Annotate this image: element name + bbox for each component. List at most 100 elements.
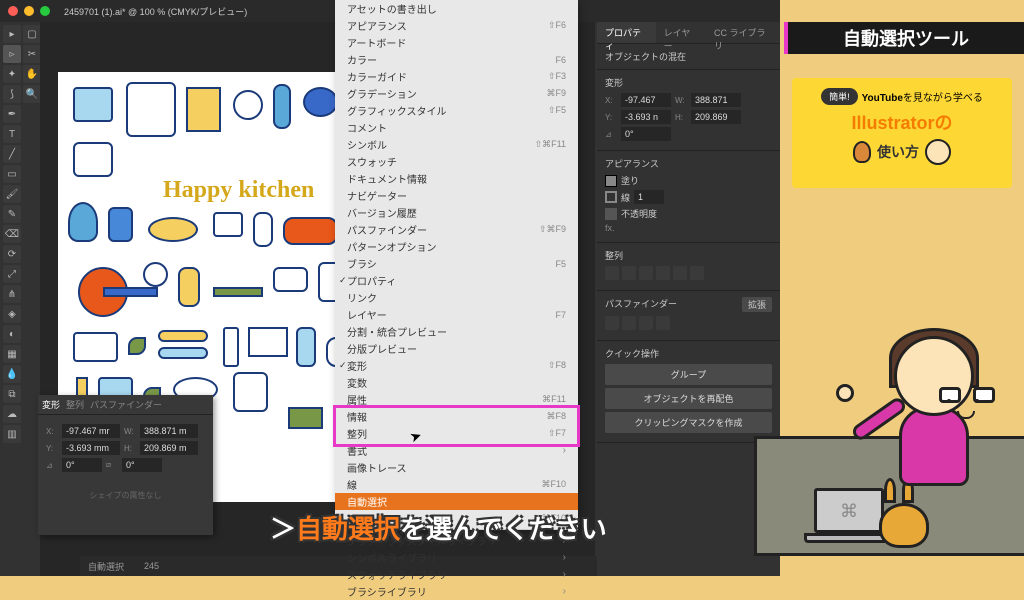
close-icon[interactable] — [8, 6, 18, 16]
align-bottom-icon[interactable] — [690, 266, 704, 280]
tab-properties[interactable]: プロパティ — [597, 22, 656, 43]
clip-mask-button[interactable]: クリッピングマスクを作成 — [605, 412, 772, 433]
menu-item[interactable]: 整列⇧F7 — [335, 425, 578, 442]
type-tool[interactable]: T — [3, 125, 21, 143]
menu-item[interactable]: シンボルライブラリ — [335, 549, 578, 566]
group-button[interactable]: グループ — [605, 364, 772, 385]
rectangle-tool[interactable]: ▭ — [3, 165, 21, 183]
prop-x[interactable]: -97.467 — [621, 93, 671, 107]
menu-item[interactable]: 変数 — [335, 374, 578, 391]
rotate-tool[interactable]: ⟳ — [3, 245, 21, 263]
appearance-title: アピアランス — [605, 157, 772, 170]
menu-item[interactable]: 線⌘F10 — [335, 476, 578, 493]
menu-item[interactable]: カラーガイド⇧F3 — [335, 68, 578, 85]
prop-h[interactable]: 209.869 — [691, 110, 741, 124]
symbol-tool[interactable]: ☁ — [3, 405, 21, 423]
document-title: 2459701 (1).ai* @ 100 % (CMYK/プレビュー) — [64, 5, 247, 18]
menu-item[interactable]: アートボード — [335, 34, 578, 51]
prop-w[interactable]: 388.871 — [691, 93, 741, 107]
tab-cclib[interactable]: CC ライブラリ — [706, 22, 780, 43]
free-transform-tool[interactable]: ◈ — [3, 305, 21, 323]
menu-item[interactable]: リンク — [335, 289, 578, 306]
shape-builder-tool[interactable]: ◐ — [3, 325, 21, 343]
artboard-tool[interactable]: ▢ — [23, 25, 41, 43]
menu-item[interactable]: スウォッチライブラリ — [335, 566, 578, 583]
menu-item[interactable]: 情報⌘F8 — [335, 408, 578, 425]
menu-item[interactable]: レイヤーF7 — [335, 306, 578, 323]
hand-tool[interactable]: ✋ — [23, 65, 41, 83]
transform-panel[interactable]: 変形 整列 パスファインダー X:-97.467 mr W:388.871 m … — [38, 395, 213, 535]
lasso-tool[interactable]: ⟆ — [3, 85, 21, 103]
zoom-tool[interactable]: 🔍 — [23, 85, 41, 103]
quick-actions-title: クイック操作 — [605, 347, 772, 360]
menu-item[interactable]: ブラシライブラリ — [335, 583, 578, 600]
status-coord: 245 — [144, 561, 159, 571]
prop-y[interactable]: -3.693 n — [621, 110, 671, 124]
menu-item[interactable]: ナビゲーター — [335, 187, 578, 204]
align-left-icon[interactable] — [605, 266, 619, 280]
menu-item[interactable]: 自動選択 — [335, 493, 578, 510]
pathfinder-minus-icon[interactable] — [622, 316, 636, 330]
menu-item[interactable]: パスファインダー⇧⌘F9 — [335, 221, 578, 238]
float-tab-transform[interactable]: 変形 — [42, 398, 60, 411]
eraser-tool[interactable]: ⌫ — [3, 225, 21, 243]
promo-sub: 使い方 — [877, 142, 919, 162]
pathfinder-intersect-icon[interactable] — [639, 316, 653, 330]
scale-tool[interactable]: ⤢ — [3, 265, 21, 283]
menu-item[interactable]: 画像トレース — [335, 459, 578, 476]
graph-tool[interactable]: ▥ — [3, 425, 21, 443]
slice-tool[interactable]: ✂ — [23, 45, 41, 63]
prop-angle[interactable]: 0° — [621, 127, 671, 141]
recolor-button[interactable]: オブジェクトを再配色 — [605, 388, 772, 409]
brush-tool[interactable]: 🖌 — [3, 185, 21, 203]
menu-item[interactable]: シンボル⇧⌘F11 — [335, 136, 578, 153]
menu-item[interactable]: アピアランス⇧F6 — [335, 17, 578, 34]
menu-item[interactable]: バージョン履歴 — [335, 204, 578, 221]
align-center-h-icon[interactable] — [622, 266, 636, 280]
fill-swatch[interactable] — [605, 175, 617, 187]
menu-item[interactable]: 変形⇧F8 — [335, 357, 578, 374]
window-menu[interactable]: アセットの書き出しアピアランス⇧F6アートボードカラーF6カラーガイド⇧F3グラ… — [335, 0, 578, 530]
menu-item[interactable]: プロパティ — [335, 272, 578, 289]
menu-item[interactable]: グラフィックスタイル⇧F5 — [335, 102, 578, 119]
menu-item[interactable]: コメント — [335, 119, 578, 136]
menu-item[interactable]: 分割・統合プレビュー — [335, 323, 578, 340]
illustrator-app: 2459701 (1).ai* @ 100 % (CMYK/プレビュー) ▸ ▹… — [0, 0, 780, 576]
menu-item[interactable]: ブラシF5 — [335, 255, 578, 272]
eyedropper-tool[interactable]: 💧 — [3, 365, 21, 383]
align-title: 整列 — [605, 249, 772, 262]
blend-tool[interactable]: ⧉ — [3, 385, 21, 403]
align-center-v-icon[interactable] — [673, 266, 687, 280]
pathfinder-exclude-icon[interactable] — [656, 316, 670, 330]
menu-item[interactable]: グラデーション⌘F9 — [335, 85, 578, 102]
menu-item[interactable]: スウォッチ — [335, 153, 578, 170]
pen-tool[interactable]: ✒ — [3, 105, 21, 123]
mascot-icon — [853, 141, 871, 163]
artwork-title: Happy kitchen — [163, 177, 314, 204]
expand-button[interactable]: 拡張 — [742, 297, 772, 312]
menu-item[interactable]: 書式 — [335, 442, 578, 459]
stroke-swatch[interactable] — [605, 191, 617, 203]
pencil-tool[interactable]: ✎ — [3, 205, 21, 223]
minimize-icon[interactable] — [24, 6, 34, 16]
menu-item[interactable]: アセットの書き出し — [335, 0, 578, 17]
selection-tool[interactable]: ▸ — [3, 25, 21, 43]
float-tab-pathfinder[interactable]: パスファインダー — [90, 398, 162, 411]
tab-layers[interactable]: レイヤー — [656, 22, 706, 43]
menu-item[interactable]: カラーF6 — [335, 51, 578, 68]
promo-title: Illustratorの — [851, 109, 952, 135]
line-tool[interactable]: ╱ — [3, 145, 21, 163]
menu-item[interactable]: パターンオプション — [335, 238, 578, 255]
menu-item[interactable]: ドキュメント情報 — [335, 170, 578, 187]
float-tab-align[interactable]: 整列 — [66, 398, 84, 411]
maximize-icon[interactable] — [40, 6, 50, 16]
magic-wand-tool[interactable]: ✦ — [3, 65, 21, 83]
align-right-icon[interactable] — [639, 266, 653, 280]
menu-item[interactable]: 分版プレビュー — [335, 340, 578, 357]
align-top-icon[interactable] — [656, 266, 670, 280]
width-tool[interactable]: ⋔ — [3, 285, 21, 303]
gradient-tool[interactable]: ▦ — [3, 345, 21, 363]
pathfinder-unite-icon[interactable] — [605, 316, 619, 330]
direct-selection-tool[interactable]: ▹ — [3, 45, 21, 63]
menu-item[interactable]: 属性⌘F11 — [335, 391, 578, 408]
